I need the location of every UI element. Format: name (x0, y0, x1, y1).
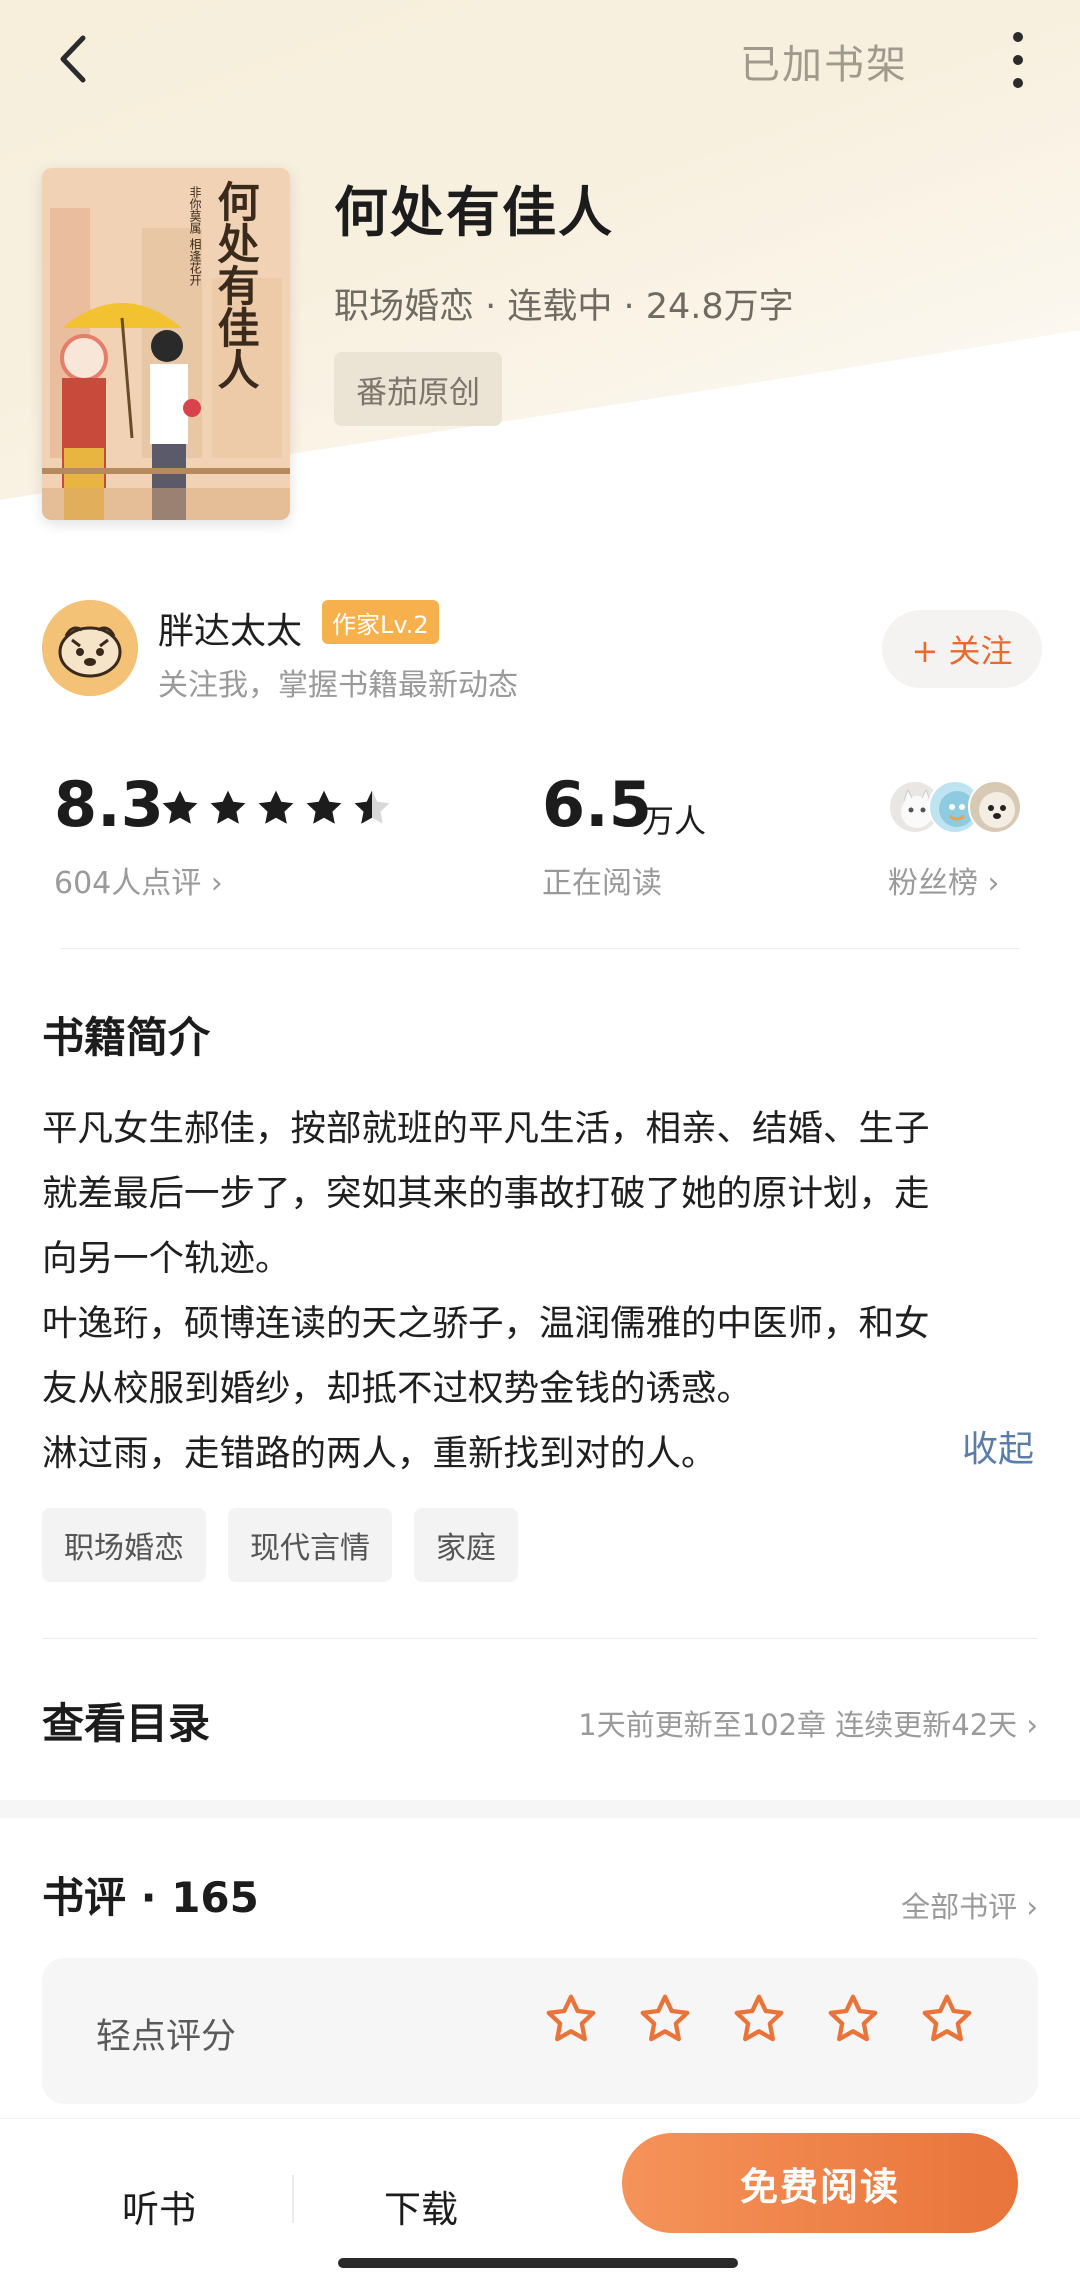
tap-to-rate-label: 轻点评分 (96, 2017, 237, 2057)
tags-divider (42, 1638, 1038, 1639)
intro-line: 就差最后一步了，突如其来的事故打破了她的原计划，走 (42, 1173, 930, 1214)
toc-update-info[interactable]: 1天前更新至102章 连续更新42天 › (578, 1702, 1038, 1744)
fans-ranking-link[interactable]: 粉丝榜 › (888, 858, 1000, 902)
origin-tag[interactable]: 番茄原创 (334, 352, 502, 426)
star-outline-icon[interactable] (542, 1990, 600, 2048)
genre-tag[interactable]: 现代言情 (228, 1508, 392, 1582)
chevron-left-icon (60, 35, 86, 83)
stats-row: 8.3 604人点评 › 6.5 万人 正在阅读 粉丝榜 › (0, 760, 1080, 902)
intro-line: 友从校服到婚纱，却抵不过权势金钱的诱惑。 (42, 1368, 753, 1409)
book-cover[interactable]: 何处有佳人 非你莫属 相逢花开 (42, 168, 290, 520)
star-outline-icon[interactable] (636, 1990, 694, 2048)
fan-avatars[interactable] (888, 780, 1028, 836)
fan-avatar-dog (968, 780, 1022, 834)
intro-title: 书籍简介 (42, 1013, 211, 1062)
readers-count: 6.5 (542, 768, 652, 841)
star-outline-icon[interactable] (730, 1990, 788, 2048)
rate-card: 轻点评分 (42, 1958, 1038, 2104)
rating-count-link[interactable]: 604人点评 › (54, 858, 223, 902)
top-bar: 已加书架 (0, 0, 1080, 120)
author-name[interactable]: 胖达太太 (158, 602, 302, 654)
star-filled-icon (210, 790, 246, 824)
author-row[interactable]: 胖达太太 作家Lv.2 关注我，掌握书籍最新动态 + 关注 (42, 600, 1042, 703)
cover-subtitle: 非你莫属 相逢花开 (188, 186, 202, 286)
star-outline-icon[interactable] (824, 1990, 882, 2048)
intro-line: 向另一个轨迹。 (42, 1238, 291, 1279)
tiger-avatar-icon (42, 600, 138, 696)
author-level-badge: 作家Lv.2 (322, 600, 439, 644)
author-subtitle: 关注我，掌握书籍最新动态 (158, 668, 518, 703)
reviews-title: 书评 · 165 (42, 1873, 259, 1922)
intro-line: 平凡女生郝佳，按部就班的平凡生活，相亲、结婚、生子 (42, 1108, 930, 1149)
star-half-icon (354, 790, 390, 824)
author-avatar[interactable] (42, 600, 138, 696)
genre-tag[interactable]: 家庭 (414, 1508, 518, 1582)
home-indicator[interactable] (338, 2258, 738, 2268)
more-vertical-icon (1013, 32, 1023, 42)
all-reviews-link[interactable]: 全部书评 › (901, 1884, 1038, 1926)
cover-title: 何处有佳人 (211, 180, 260, 390)
star-filled-icon (162, 790, 198, 824)
intro-text: 平凡女生郝佳，按部就班的平凡生活，相亲、结婚、生子 就差最后一步了，突如其来的事… (42, 1096, 1038, 1486)
readers-label: 正在阅读 (542, 866, 662, 901)
star-outline-icon[interactable] (918, 1990, 976, 2048)
book-meta: 职场婚恋 · 连载中 · 24.8万字 (334, 287, 794, 327)
readers-unit: 万人 (642, 802, 707, 840)
table-of-contents-title[interactable]: 查看目录 (42, 1690, 210, 1751)
section-separator (0, 1800, 1080, 1818)
follow-button[interactable]: + 关注 (882, 610, 1042, 688)
more-options-button[interactable] (998, 28, 1038, 92)
download-button[interactable]: 下载 (384, 2179, 458, 2233)
genre-tags: 职场婚恋 现代言情 家庭 (42, 1508, 518, 1582)
star-filled-icon (258, 790, 294, 824)
stats-divider (60, 948, 1020, 949)
back-button[interactable] (42, 24, 102, 94)
added-to-shelf-label[interactable]: 已加书架 (740, 32, 908, 90)
listen-button[interactable]: 听书 (122, 2179, 196, 2233)
genre-tag[interactable]: 职场婚恋 (42, 1508, 206, 1582)
free-read-button[interactable]: 免费阅读 (622, 2133, 1018, 2233)
collapse-button[interactable]: 收起 (962, 1420, 1034, 1472)
intro-line: 淋过雨，走错路的两人，重新找到对的人。 (42, 1433, 717, 1474)
intro-line: 叶逸珩，硕博连读的天之骄子，温润儒雅的中医师，和女 (42, 1303, 930, 1344)
rate-stars (542, 1990, 976, 2048)
rating-score: 8.3 (54, 768, 164, 841)
rating-stars (158, 786, 394, 830)
star-filled-icon (306, 790, 342, 824)
book-title: 何处有佳人 (334, 181, 614, 244)
bottom-bar-separator (292, 2175, 294, 2223)
